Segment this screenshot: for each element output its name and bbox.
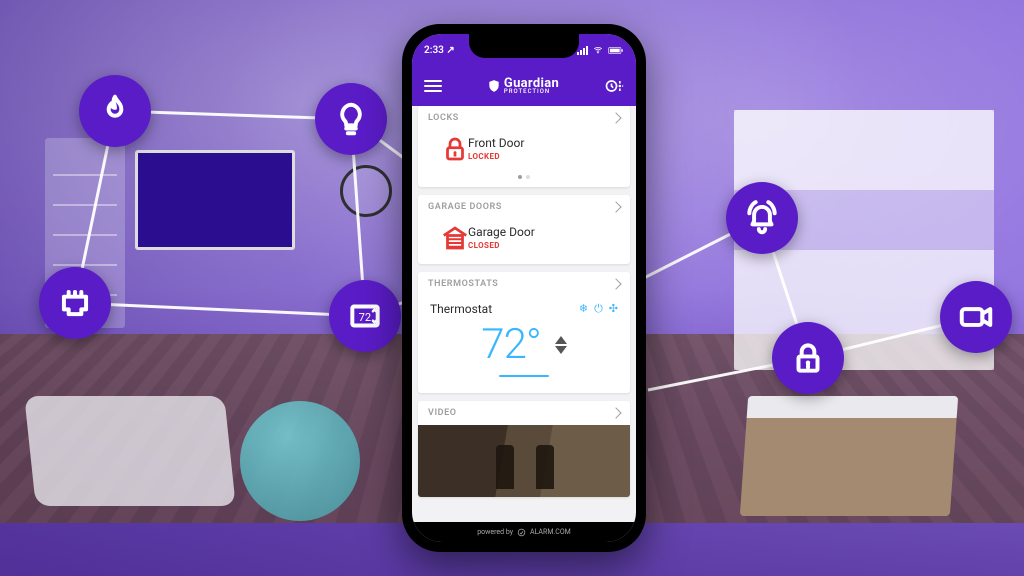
chevron-right-icon xyxy=(610,407,621,418)
thermostat-header[interactable]: THERMOSTATS xyxy=(418,272,630,296)
lock-name: Front Door xyxy=(468,136,524,150)
signal-icon xyxy=(577,46,588,55)
garage-icon xyxy=(440,223,470,253)
svg-text:72: 72 xyxy=(359,311,371,324)
wall-clock xyxy=(340,165,392,217)
locks-title: LOCKS xyxy=(428,113,459,123)
couch xyxy=(24,396,236,506)
video-card[interactable]: VIDEO xyxy=(418,401,630,497)
app-content: LOCKS Front Door LOCKED GARAGE DOORS xyxy=(412,106,636,522)
tv xyxy=(135,150,295,250)
garage-status: CLOSED xyxy=(468,241,535,250)
status-indicators xyxy=(577,45,624,55)
temp-indicator xyxy=(499,375,549,377)
thermostat-modes[interactable]: ❄ ⏻ ✣ xyxy=(579,302,618,316)
garage-header[interactable]: GARAGE DOORS xyxy=(418,195,630,219)
camera-icon xyxy=(940,281,1012,353)
power-icon[interactable]: ⏻ xyxy=(594,302,603,316)
armchair xyxy=(240,401,360,521)
pager-dots xyxy=(418,175,630,187)
brand-logo: Guardian PROTECTION xyxy=(487,77,559,95)
menu-button[interactable] xyxy=(424,80,442,92)
thermostat-card[interactable]: THERMOSTATS Thermostat ❄ ⏻ ✣ 72° xyxy=(418,272,630,393)
alarm-logo-icon xyxy=(517,528,526,537)
locks-header[interactable]: LOCKS xyxy=(418,106,630,130)
footer-powered: powered by xyxy=(477,528,513,536)
bell-icon xyxy=(726,182,798,254)
chevron-right-icon xyxy=(610,112,621,123)
status-time: 2:33 ↗ xyxy=(424,45,455,56)
temp-up-button[interactable] xyxy=(555,336,567,344)
lock-icon xyxy=(772,322,844,394)
kitchen-island xyxy=(740,396,958,516)
garage-card[interactable]: GARAGE DOORS Garage Door CLOSED xyxy=(418,195,630,264)
thermostat-icon: 72 xyxy=(329,280,401,352)
wifi-icon xyxy=(592,45,604,55)
video-header[interactable]: VIDEO xyxy=(418,401,630,425)
settings-button[interactable] xyxy=(604,76,624,96)
app-footer: powered by ALARM.COM xyxy=(412,522,636,542)
app-header: Guardian PROTECTION xyxy=(412,66,636,106)
garage-title: GARAGE DOORS xyxy=(428,202,502,212)
temp-down-button[interactable] xyxy=(555,346,567,354)
thermostat-name: Thermostat xyxy=(430,302,492,316)
shield-icon xyxy=(487,78,501,94)
locks-card[interactable]: LOCKS Front Door LOCKED xyxy=(418,106,630,187)
chevron-right-icon xyxy=(610,201,621,212)
footer-provider: ALARM.COM xyxy=(530,528,571,536)
thermostat-title: THERMOSTATS xyxy=(428,279,498,289)
video-thumbnail[interactable] xyxy=(418,425,630,497)
phone-frame: 2:33 ↗ Guardian PROTECTION xyxy=(402,24,646,552)
battery-icon xyxy=(608,46,624,55)
ethernet-icon xyxy=(39,267,111,339)
thermostat-temp: 72° xyxy=(481,320,540,369)
phone-notch xyxy=(469,34,579,58)
lightbulb-icon xyxy=(315,83,387,155)
lock-status: LOCKED xyxy=(468,152,524,161)
fire-icon xyxy=(79,75,151,147)
phone-screen: 2:33 ↗ Guardian PROTECTION xyxy=(412,34,636,542)
video-title: VIDEO xyxy=(428,408,457,418)
snowflake-icon[interactable]: ❄ xyxy=(579,302,588,316)
fan-icon[interactable]: ✣ xyxy=(609,302,618,316)
lock-icon xyxy=(440,134,470,164)
chevron-right-icon xyxy=(610,278,621,289)
garage-name: Garage Door xyxy=(468,225,535,239)
